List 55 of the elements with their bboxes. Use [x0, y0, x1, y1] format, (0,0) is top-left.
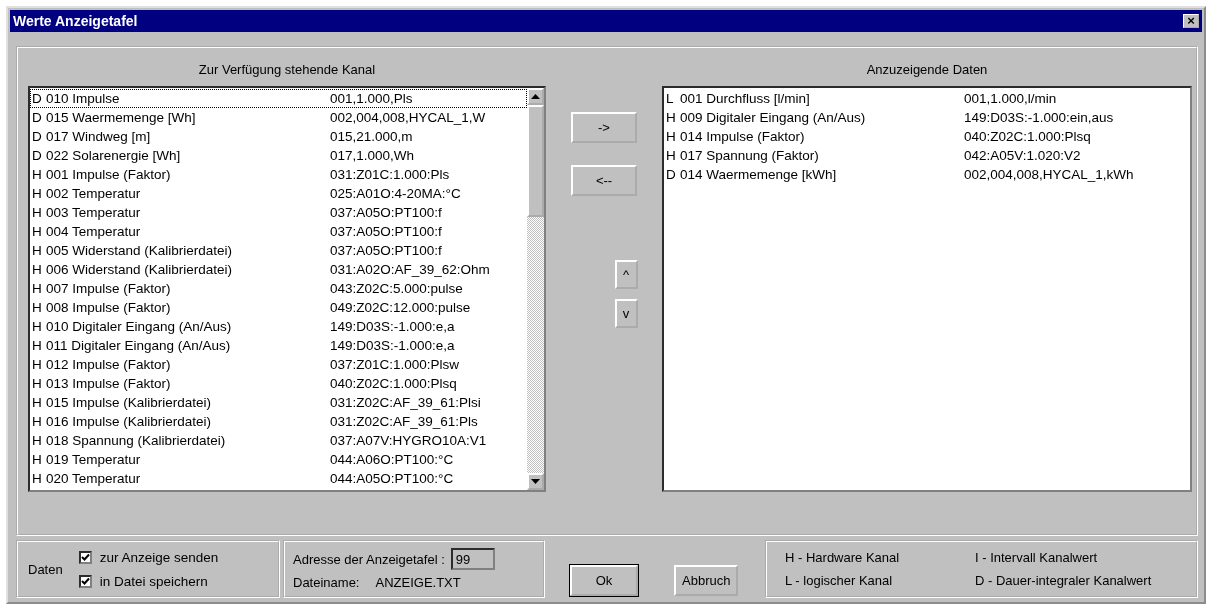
- scroll-thumb[interactable]: [527, 105, 544, 217]
- list-item[interactable]: H 010 Digitaler Eingang (An/Aus) 149:D03S:-1.000:e,a: [30, 317, 527, 336]
- file-name: ANZEIGE.TXT: [375, 575, 461, 590]
- ok-button[interactable]: Ok: [570, 565, 638, 596]
- list-item[interactable]: H 007 Impulse (Faktor) 043:Z02C:5.000:pulse: [30, 279, 527, 298]
- close-button[interactable]: ×: [1183, 14, 1199, 28]
- list-item[interactable]: H 003 Temperatur 037:A05O:PT100:f: [30, 203, 527, 222]
- checkbox-option[interactable]: zur Anzeige senden: [78, 549, 219, 565]
- list-item[interactable]: H 020 Temperatur 044:A05O:PT100:°C: [30, 469, 527, 488]
- checkbox[interactable]: [78, 550, 92, 564]
- list-item[interactable]: D 010 Impulse 001,1.000,Pls: [30, 89, 527, 108]
- address-label: Adresse der Anzeigetafel :: [293, 551, 445, 567]
- scroll-down-button[interactable]: [527, 473, 544, 490]
- down-arrow-icon: [531, 479, 540, 484]
- group-label: Daten: [28, 561, 63, 577]
- list-item[interactable]: H 004 Temperatur 037:A05O:PT100:f: [30, 222, 527, 241]
- address-field[interactable]: 99: [450, 548, 495, 570]
- list-item[interactable]: H 002 Temperatur 025:A01O:4-20MA:°C: [30, 184, 527, 203]
- list-item[interactable]: H 013 Impulse (Faktor) 040:Z02C:1.000:Plsq: [30, 374, 527, 393]
- list-item[interactable]: H 009 Digitaler Eingang (An/Aus) 149:D03S:-1.000:ein,aus: [664, 108, 1190, 127]
- up-arrow-icon: [531, 94, 540, 99]
- list-item[interactable]: H 006 Widerstand (Kalibrierdatei) 031:A02O:AF_39_62:Ohm: [30, 260, 527, 279]
- list-item[interactable]: H 018 Spannung (Kalibrierdatei) 037:A07V:HYGRO10A:V1: [30, 431, 527, 450]
- window-title: Werte Anzeigetafel: [13, 13, 138, 29]
- list-item[interactable]: H 017 Spannung (Faktor) 042:A05V:1.020:V2: [664, 146, 1190, 165]
- file-label: Dateiname:: [293, 575, 360, 590]
- order-button[interactable]: ^: [614, 260, 638, 289]
- scroll-up-button[interactable]: [527, 88, 544, 105]
- list-item[interactable]: D 014 Waermemenge [kWh] 002,004,008,HYCAL_1,kWh: [664, 165, 1190, 184]
- order-button[interactable]: v: [614, 299, 638, 328]
- legend-text: I - Intervall Kanalwert: [975, 550, 1099, 565]
- list-item[interactable]: D 015 Waermemenge [Wh] 002,004,008,HYCAL_1,W: [30, 108, 527, 127]
- list-item[interactable]: H 012 Impulse (Faktor) 037:Z01C:1.000:Plsw: [30, 355, 527, 374]
- legend-text: H - Hardware Kanal: [785, 550, 901, 565]
- checkbox[interactable]: [78, 574, 92, 588]
- list-heading: Anzuzeigende Daten: [866, 62, 988, 77]
- list-heading: Zur Verfügung stehende Kanal: [198, 62, 376, 77]
- move-button[interactable]: ->: [571, 112, 637, 143]
- list-item[interactable]: H 015 Impulse (Kalibrierdatei) 031:Z02C:AF_39_61:Plsi: [30, 393, 527, 412]
- list-item[interactable]: H 014 Impulse (Faktor) 040:Z02C:1.000:Plsq: [664, 127, 1190, 146]
- scrollbar[interactable]: [527, 88, 544, 490]
- list-item[interactable]: D 022 Solarenergie [Wh] 017,1.000,Wh: [30, 146, 527, 165]
- list-item[interactable]: D 017 Windweg [m] 015,21.000,m: [30, 127, 527, 146]
- legend-text: D - Dauer-integraler Kanalwert: [975, 573, 1153, 588]
- list-item[interactable]: H 016 Impulse (Kalibrierdatei) 031:Z02C:AF_39_61:Pls: [30, 412, 527, 431]
- list-item[interactable]: H 001 Impulse (Faktor) 031:Z01C:1.000:Pls: [30, 165, 527, 184]
- checkbox-option[interactable]: in Datei speichern: [78, 573, 219, 589]
- legend-text: L - logischer Kanal: [785, 573, 894, 588]
- list-item[interactable]: H 011 Digitaler Eingang (An/Aus) 149:D03S:-1.000:e,a: [30, 336, 527, 355]
- list-item[interactable]: H 005 Widerstand (Kalibrierdatei) 037:A05O:PT100:f: [30, 241, 527, 260]
- list-item[interactable]: H 008 Impulse (Faktor) 049:Z02C:12.000:pulse: [30, 298, 527, 317]
- list-item[interactable]: H 019 Temperatur 044:A06O:PT100:°C: [30, 450, 527, 469]
- cancel-button[interactable]: Abbruch: [674, 565, 739, 596]
- list-item[interactable]: L 001 Durchfluss [l/min] 001,1.000,l/min: [664, 89, 1190, 108]
- move-button[interactable]: <--: [571, 165, 637, 196]
